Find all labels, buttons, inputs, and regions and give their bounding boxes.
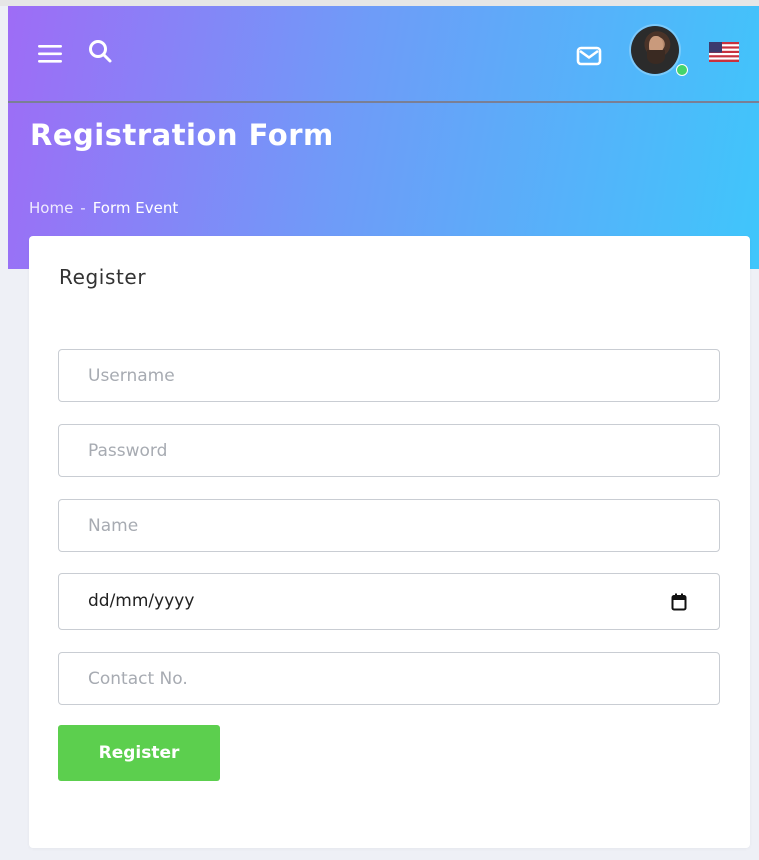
user-avatar[interactable] <box>631 26 679 74</box>
avatar-beard <box>647 50 665 64</box>
breadcrumb-separator: - <box>80 199 86 217</box>
date-input[interactable]: dd/mm/yyyy <box>58 573 720 630</box>
mail-icon[interactable] <box>576 46 602 66</box>
date-format-text: dd/mm/yyyy <box>88 591 195 611</box>
register-card: Register dd/mm/yyyy Register <box>29 236 750 848</box>
calendar-icon[interactable] <box>671 593 687 611</box>
online-status-indicator <box>676 64 688 76</box>
menu-icon[interactable] <box>38 44 64 64</box>
contact-number-input[interactable] <box>58 652 720 705</box>
breadcrumb-home[interactable]: Home <box>29 199 73 217</box>
register-button[interactable]: Register <box>58 725 220 781</box>
password-input[interactable] <box>58 424 720 477</box>
breadcrumb: Home - Form Event <box>29 199 178 217</box>
page-title: Registration Form <box>30 118 334 152</box>
search-icon[interactable] <box>88 39 114 65</box>
header-banner: Registration Form Home - Form Event <box>8 6 759 269</box>
top-navbar <box>8 6 759 103</box>
card-title: Register <box>59 265 147 289</box>
us-flag-icon[interactable] <box>709 42 739 62</box>
name-input[interactable] <box>58 499 720 552</box>
username-input[interactable] <box>58 349 720 402</box>
breadcrumb-current: Form Event <box>92 199 179 217</box>
